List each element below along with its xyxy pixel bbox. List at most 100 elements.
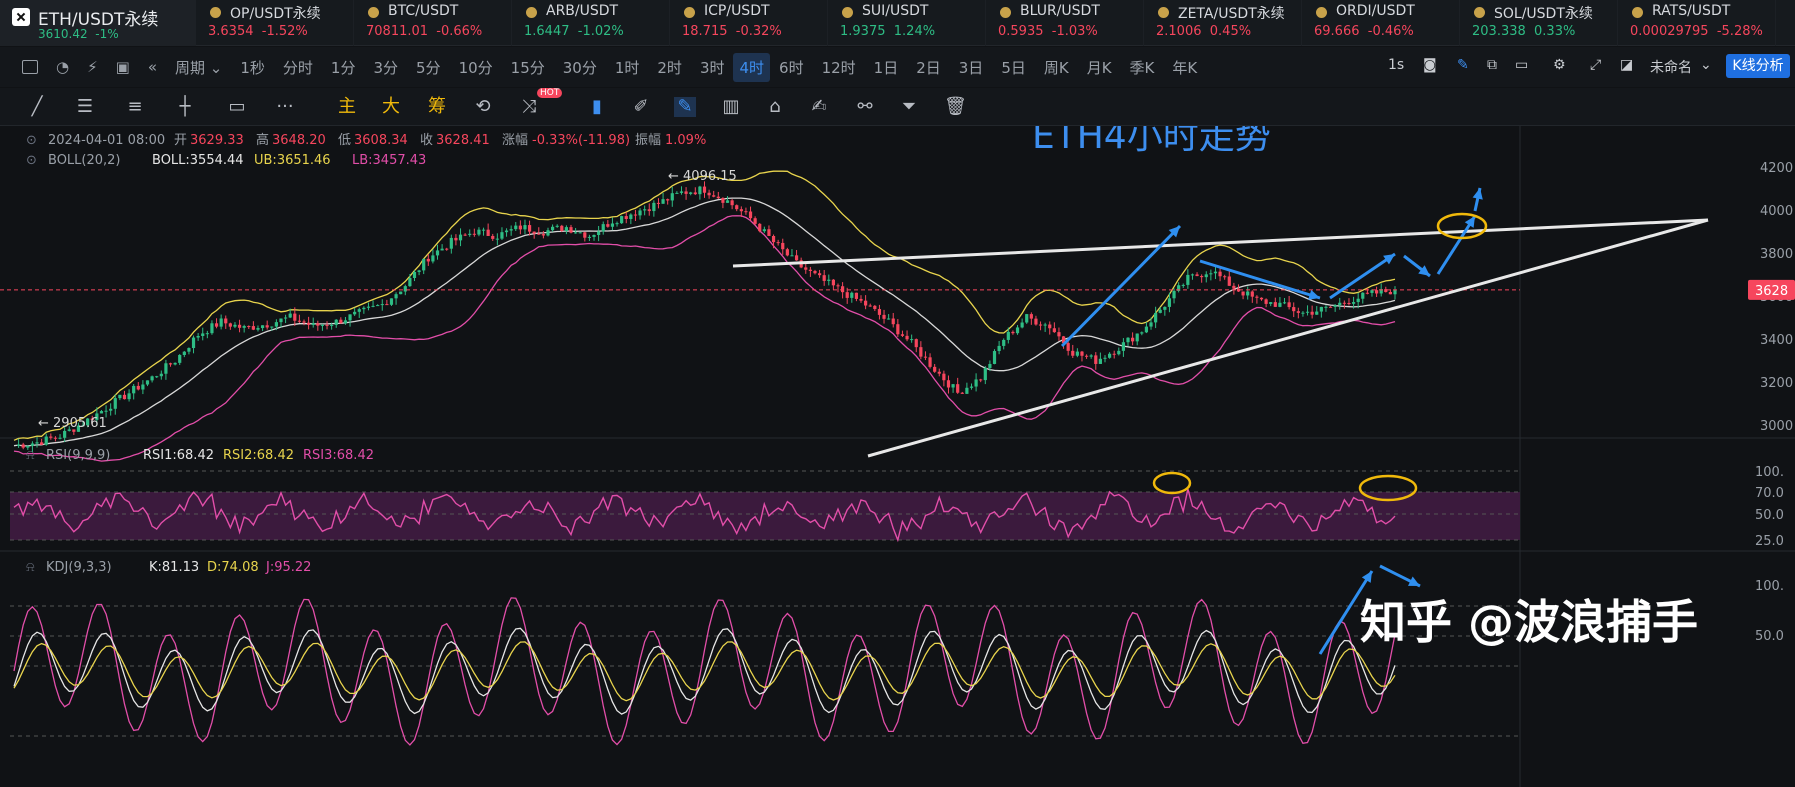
period-8[interactable]: 30分 [554, 57, 606, 78]
coin-icon [1632, 7, 1643, 18]
candle [1154, 312, 1158, 323]
period-1[interactable]: 1秒 [231, 57, 274, 78]
candle [514, 225, 518, 230]
ticker-price: 18.715 -0.32% [682, 24, 782, 39]
period-18[interactable]: 5日 [992, 57, 1035, 78]
period-10[interactable]: 2时 [648, 57, 691, 78]
candle [1002, 339, 1006, 346]
draw-active-icon[interactable]: ✎ [674, 97, 696, 117]
period-7[interactable]: 15分 [502, 57, 554, 78]
period-3[interactable]: 1分 [322, 57, 365, 78]
arrow-up-4-head [1472, 188, 1483, 200]
boll-lb: LB:3457.43 [352, 153, 426, 168]
pen-icon[interactable]: ✎ [1457, 57, 1469, 73]
period-2[interactable]: 分时 [274, 57, 322, 78]
candle [1255, 296, 1259, 298]
candle [578, 232, 582, 234]
period-19[interactable]: 周K [1035, 57, 1078, 78]
ticker-4[interactable]: SUI/USDT 1.9375 1.24% [828, 0, 986, 46]
parallel-tool-icon[interactable]: ☰ [74, 97, 96, 117]
candle [1292, 307, 1296, 312]
candle [242, 326, 246, 328]
candle [564, 227, 568, 231]
high-value: 3648.20 [272, 133, 326, 148]
ticker-7[interactable]: ORDI/USDT 69.666 -0.46% [1302, 0, 1460, 46]
period-21[interactable]: 季K [1121, 57, 1164, 78]
line-tool-icon[interactable]: ╱ [26, 97, 48, 117]
flash-icon[interactable]: ⚡ [87, 58, 98, 76]
layout-icon[interactable]: ◪ [1620, 57, 1633, 73]
main-ticker[interactable]: ETH/USDT永续 3610.42 -1% [0, 0, 196, 46]
popout-icon[interactable]: ⧉ [1487, 57, 1497, 73]
candle [366, 306, 371, 308]
candle [35, 442, 39, 444]
period-5[interactable]: 5分 [407, 57, 450, 78]
coin-icon [684, 7, 695, 18]
camera-icon[interactable]: ◙ [1423, 57, 1437, 73]
period-20[interactable]: 月K [1078, 57, 1121, 78]
chip-button[interactable]: 筹 [426, 97, 448, 117]
alert-icon[interactable]: ⌂ [764, 97, 786, 117]
candle [1342, 302, 1346, 304]
window-icon[interactable]: ▭ [1515, 57, 1528, 73]
period-16[interactable]: 2日 [907, 57, 950, 78]
ticker-3[interactable]: ICP/USDT 18.715 -0.32% [670, 0, 828, 46]
rewind-icon[interactable]: « [148, 58, 157, 76]
interval-label[interactable]: 1s [1388, 57, 1404, 73]
link-icon[interactable]: ⚯ [854, 97, 876, 117]
filter-icon[interactable]: ⏷ [898, 97, 920, 117]
settings-icon[interactable]: ⚙ [1553, 57, 1566, 73]
candle [518, 225, 522, 230]
big-order-button[interactable]: 大 [380, 97, 402, 117]
rect-tool-icon[interactable]: ▭ [226, 97, 248, 117]
period-4[interactable]: 3分 [364, 57, 407, 78]
channel-tool-icon[interactable]: ≡ [124, 97, 146, 117]
candle [205, 333, 209, 335]
candle [822, 275, 826, 281]
layout-name[interactable]: 未命名 [1650, 57, 1692, 77]
period-13[interactable]: 6时 [770, 57, 813, 78]
period-11[interactable]: 3时 [691, 57, 734, 78]
period-15[interactable]: 1日 [865, 57, 908, 78]
sync-icon[interactable]: ⟲ [472, 97, 494, 117]
ruler-icon[interactable]: ✐ [630, 97, 652, 117]
ticker-9[interactable]: RATS/USDT 0.00029795 -5.28% [1618, 0, 1776, 46]
candles-icon[interactable]: ▥ [720, 97, 742, 117]
period-12[interactable]: 4时 [733, 52, 771, 82]
strategy-icon[interactable]: ⤨ [518, 97, 540, 117]
price-chart[interactable]: 4200400038003600340032003000⊙2024-04-01 … [0, 126, 1795, 787]
calendar-icon[interactable]: ▣ [116, 58, 130, 76]
hline-tool-icon[interactable]: ┼ [174, 97, 196, 117]
period-0[interactable]: 周期 ⌄ [166, 57, 231, 78]
ticker-5[interactable]: BLUR/USDT 0.5935 -1.03% [986, 0, 1144, 46]
ticker-0[interactable]: OP/USDT永续 3.6354 -1.52% [196, 0, 354, 46]
ticker-1[interactable]: BTC/USDT 70811.01 -0.66% [354, 0, 512, 46]
candle [389, 298, 394, 305]
ticker-8[interactable]: SOL/USDT永续 203.338 0.33% [1460, 0, 1618, 46]
period-9[interactable]: 1时 [606, 57, 649, 78]
candle [744, 211, 748, 213]
ticker-2[interactable]: ARB/USDT 1.6447 -1.02% [512, 0, 670, 46]
rsi-label: RSI(9,9,9) [46, 448, 110, 463]
kline-analysis-button[interactable]: K线分析 [1726, 54, 1790, 78]
candle [633, 214, 638, 216]
trash-icon[interactable]: 🗑 [944, 97, 967, 117]
period-6[interactable]: 10分 [450, 57, 502, 78]
candle [1287, 302, 1291, 308]
kdj-label: KDJ(9,3,3) [46, 560, 112, 575]
period-22[interactable]: 年K [1163, 57, 1206, 78]
indicator-icon[interactable]: ◔ [56, 58, 69, 76]
note-icon[interactable]: ✍ [808, 97, 830, 117]
chart-type-icon[interactable] [22, 60, 38, 74]
period-14[interactable]: 12时 [813, 57, 865, 78]
main-indicator-button[interactable]: 主 [336, 97, 358, 117]
ticker-symbol: SOL/USDT永续 [1494, 6, 1593, 22]
fullscreen-icon[interactable]: ⤢ [1590, 57, 1601, 73]
rsi1-value: RSI1:68.42 [143, 448, 214, 463]
candle [1305, 311, 1310, 313]
more-tools-icon[interactable]: ··· [274, 97, 296, 117]
period-17[interactable]: 3日 [950, 57, 993, 78]
bookmark-icon[interactable]: ▮ [586, 97, 608, 117]
chevron-down-icon[interactable]: ⌄ [1700, 57, 1712, 73]
ticker-6[interactable]: ZETA/USDT永续 2.1006 0.45% [1144, 0, 1302, 46]
